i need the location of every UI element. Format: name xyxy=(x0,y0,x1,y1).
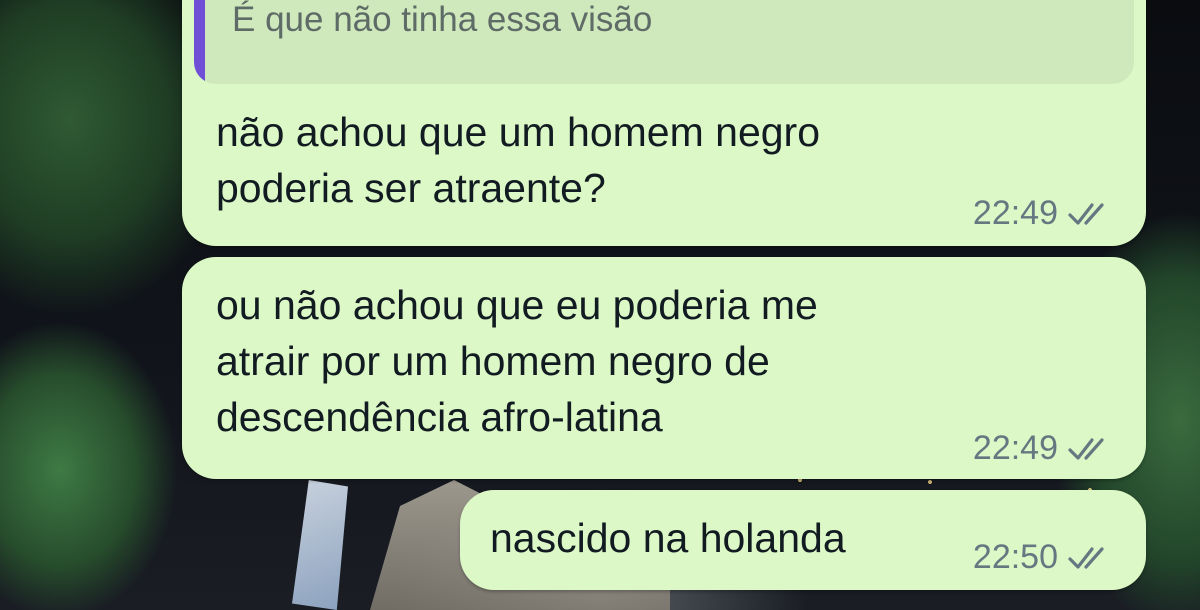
message-bubble-3[interactable]: nascido na holanda 22:50 xyxy=(460,490,1146,590)
message-meta: 22:49 xyxy=(973,194,1112,233)
wallpaper-flag xyxy=(292,480,348,610)
message-time: 22:49 xyxy=(972,429,1058,467)
message-text: nascido na holanda xyxy=(490,515,846,561)
message-meta: 22:50 xyxy=(973,538,1112,577)
message-bubble-2[interactable]: ou não achou que eu poderia me atrair po… xyxy=(182,257,1146,479)
message-text: não achou que um homem negro poderia ser… xyxy=(216,109,821,211)
double-check-icon xyxy=(1068,202,1104,225)
double-check-icon xyxy=(1068,546,1104,569)
message-bubble-1[interactable]: É que não tinha essa visão não achou que… xyxy=(182,0,1146,246)
message-time: 22:50 xyxy=(972,538,1058,576)
quoted-reply-text: É que não tinha essa visão xyxy=(232,0,653,39)
message-meta: 22:49 xyxy=(973,429,1112,468)
quoted-reply[interactable]: É que não tinha essa visão xyxy=(194,0,1134,84)
quoted-reply-bar xyxy=(194,0,205,84)
message-time: 22:49 xyxy=(972,194,1058,232)
double-check-icon xyxy=(1068,437,1104,460)
message-text: ou não achou que eu poderia me atrair po… xyxy=(216,282,818,440)
